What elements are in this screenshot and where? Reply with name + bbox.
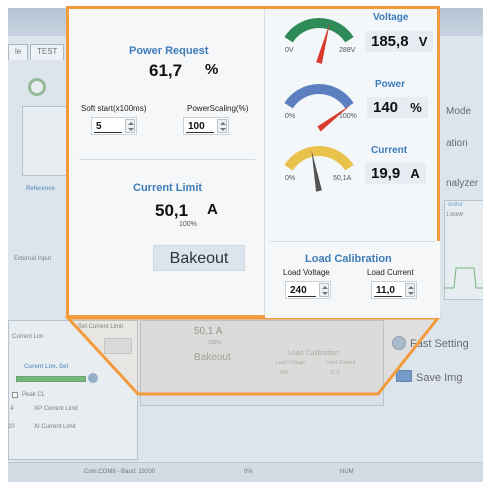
zoom-callout: Power Request 61,7 % Soft start(x100ms) … bbox=[66, 6, 440, 318]
voltage-unit: V bbox=[418, 34, 428, 49]
current-max-tick: 50,1A bbox=[333, 175, 352, 182]
power-gauge-arc bbox=[284, 84, 354, 109]
current-title: Current bbox=[371, 145, 408, 156]
voltage-title: Voltage bbox=[373, 12, 409, 23]
power-scaling-value[interactable]: 100 bbox=[188, 121, 205, 132]
current-value-display: 19,9 A bbox=[365, 163, 426, 184]
power-request-value: 61,7 bbox=[149, 61, 183, 80]
load-voltage-label: Load Voltage bbox=[283, 268, 330, 277]
load-calibration-title: Load Calibration bbox=[305, 253, 392, 265]
left-control-column: Power Request 61,7 % Soft start(x100ms) … bbox=[69, 9, 263, 315]
gauge-group bbox=[284, 18, 354, 192]
current-limit-title: Current Limit bbox=[133, 182, 203, 194]
power-unit: % bbox=[410, 100, 422, 115]
load-calibration-panel: Load Calibration Load Voltage Load Curre… bbox=[265, 241, 440, 318]
load-current-label: Load Current bbox=[367, 268, 414, 277]
load-voltage-stepper[interactable]: 240 bbox=[285, 281, 331, 299]
current-value: 19,9 bbox=[371, 165, 401, 182]
voltage-gauge-needle bbox=[316, 22, 330, 64]
current-gauge-arc bbox=[284, 146, 354, 171]
voltage-gauge-arc bbox=[284, 18, 354, 43]
current-limit-unit: A bbox=[207, 201, 218, 218]
voltage-value-display: 185,8 V bbox=[365, 31, 434, 52]
load-voltage-value[interactable]: 240 bbox=[290, 285, 307, 296]
power-scaling-stepper[interactable]: 100 bbox=[183, 117, 229, 135]
voltage-max-tick: 288V bbox=[339, 47, 356, 54]
current-min-tick: 0% bbox=[285, 175, 296, 182]
power-title: Power bbox=[375, 79, 406, 90]
current-limit-value: 50,1 bbox=[155, 201, 189, 220]
load-current-spin-icon[interactable] bbox=[405, 283, 415, 297]
bakeout-button[interactable]: Bakeout bbox=[153, 245, 245, 271]
current-unit: A bbox=[410, 166, 420, 181]
load-current-value[interactable]: 11,0 bbox=[376, 285, 395, 296]
current-limit-percent: 100% bbox=[179, 221, 197, 228]
load-voltage-spin-icon[interactable] bbox=[319, 283, 329, 297]
load-separator bbox=[269, 241, 435, 242]
load-current-stepper[interactable]: 11,0 bbox=[371, 281, 417, 299]
power-min-tick: 0% bbox=[285, 113, 296, 120]
power-scaling-label: PowerScaling(%) bbox=[187, 104, 249, 113]
power-max-tick: 100% bbox=[339, 113, 357, 120]
power-scaling-spin-icon[interactable] bbox=[217, 119, 227, 133]
left-separator bbox=[79, 159, 255, 160]
voltage-min-tick: 0V bbox=[285, 47, 294, 54]
power-request-unit: % bbox=[205, 61, 219, 78]
soft-start-label: Soft start(x100ms) bbox=[81, 104, 147, 113]
soft-start-stepper[interactable]: 5 bbox=[91, 117, 137, 135]
voltage-value: 185,8 bbox=[371, 33, 409, 50]
soft-start-spin-icon[interactable] bbox=[125, 119, 135, 133]
power-request-title: Power Request bbox=[129, 45, 209, 57]
power-value-display: 140 % bbox=[367, 97, 428, 118]
power-value: 140 bbox=[373, 99, 399, 116]
soft-start-value[interactable]: 5 bbox=[96, 121, 102, 132]
